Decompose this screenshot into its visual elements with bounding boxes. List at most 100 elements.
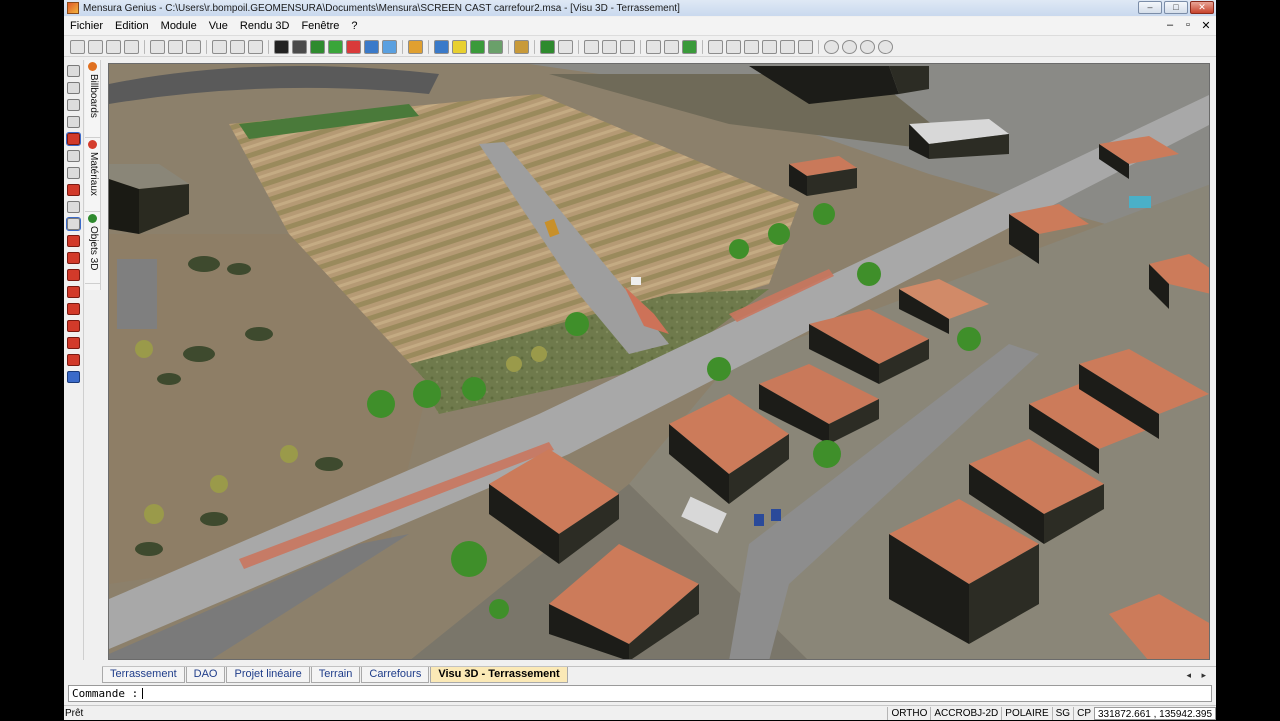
object-tool-icon[interactable]	[67, 99, 80, 111]
menu-edition[interactable]: Edition	[109, 20, 155, 32]
sphere-view-4-icon[interactable]	[878, 39, 893, 54]
layer-icon[interactable]	[434, 39, 449, 54]
maximize-button[interactable]: □	[1164, 1, 1188, 14]
axis-tool-icon[interactable]	[67, 235, 80, 247]
toolbar-separator	[534, 39, 535, 54]
profile-tool-icon[interactable]	[67, 252, 80, 264]
target-tool-icon[interactable]	[66, 132, 81, 146]
menu-help[interactable]: ?	[345, 20, 363, 32]
sun-icon[interactable]	[452, 39, 467, 54]
camera-tool-icon[interactable]	[67, 116, 80, 128]
vertex-tool-icon[interactable]	[67, 269, 80, 281]
polaire-toggle[interactable]: POLAIRE	[1001, 706, 1051, 720]
close-button[interactable]: ✕	[1190, 1, 1214, 14]
menu-vue[interactable]: Vue	[203, 20, 234, 32]
3d-scene[interactable]	[109, 64, 1210, 660]
menu-module[interactable]: Module	[155, 20, 203, 32]
view-front-icon[interactable]	[726, 39, 741, 54]
open-file-icon[interactable]	[88, 39, 103, 54]
document-close-button[interactable]: ✕	[1200, 19, 1212, 32]
polyline-tool-icon[interactable]	[66, 217, 81, 231]
side-panel-tabs: Billboards Matériaux Objets 3D	[85, 60, 101, 290]
edit-tool-icon[interactable]	[67, 286, 80, 298]
pencil-icon[interactable]	[514, 39, 529, 54]
view-iso-icon[interactable]	[798, 39, 813, 54]
cp-toggle[interactable]: CP	[1073, 706, 1094, 720]
layers-tool-icon[interactable]	[67, 371, 80, 383]
image-icon[interactable]	[230, 39, 245, 54]
measure-tool-icon[interactable]	[67, 201, 80, 213]
terrain-icon[interactable]	[310, 39, 325, 54]
document-restore-button[interactable]: ▫	[1182, 19, 1194, 32]
tab-scroll-arrows[interactable]: ◂ ▸	[1186, 670, 1210, 681]
window-icon[interactable]	[212, 39, 227, 54]
left-tool-column	[64, 60, 84, 660]
print-icon[interactable]	[124, 39, 139, 54]
menu-fenetre[interactable]: Fenêtre	[295, 20, 345, 32]
pan-icon[interactable]	[664, 39, 679, 54]
textured-terrain-icon[interactable]	[328, 39, 343, 54]
path-tool-icon[interactable]	[67, 184, 80, 196]
panel-tab-materiaux[interactable]: Matériaux	[85, 138, 101, 212]
sky-icon[interactable]	[382, 39, 397, 54]
tab-dao[interactable]: DAO	[185, 667, 226, 683]
tree-icon[interactable]	[470, 39, 485, 54]
orbit-icon[interactable]	[682, 39, 697, 54]
sphere-view-2-icon[interactable]	[842, 39, 857, 54]
sg-toggle[interactable]: SG	[1051, 706, 1073, 720]
join-tool-icon[interactable]	[67, 320, 80, 332]
view-top-icon[interactable]	[708, 39, 723, 54]
camera-icon[interactable]	[558, 39, 573, 54]
tab-carrefours[interactable]: Carrefours	[361, 667, 430, 683]
slope-tool-icon[interactable]	[67, 337, 80, 349]
zoom-in-icon[interactable]	[584, 39, 599, 54]
tab-projet-lineaire[interactable]: Projet linéaire	[226, 667, 310, 683]
toolbar-separator	[144, 39, 145, 54]
tab-terrassement[interactable]: Terrassement	[102, 667, 185, 683]
panel-tab-objets-3d[interactable]: Objets 3D	[85, 212, 101, 284]
menu-rendu-3d[interactable]: Rendu 3D	[234, 20, 296, 32]
move-tool-icon[interactable]	[67, 150, 80, 162]
zoom-extents-icon[interactable]	[620, 39, 635, 54]
export-icon[interactable]	[248, 39, 263, 54]
wireframe-icon[interactable]	[274, 39, 289, 54]
toolbar-separator	[818, 39, 819, 54]
select-tool-icon[interactable]	[67, 65, 80, 77]
new-file-icon[interactable]	[70, 39, 85, 54]
save-icon[interactable]	[106, 39, 121, 54]
command-line[interactable]: Commande :	[68, 685, 1212, 702]
accrobj-toggle[interactable]: ACCROBJ-2D	[930, 706, 1001, 720]
command-prompt: Commande :	[72, 687, 139, 700]
tab-terrain[interactable]: Terrain	[310, 667, 361, 683]
light-icon[interactable]	[408, 39, 423, 54]
menu-bar: Fichier Edition Module Vue Rendu 3D Fenê…	[64, 17, 1216, 36]
view-left-icon[interactable]	[744, 39, 759, 54]
document-window-controls: – ▫ ✕	[1164, 19, 1212, 32]
document-minimize-button[interactable]: –	[1164, 19, 1176, 32]
3d-viewport[interactable]	[108, 63, 1210, 660]
toolbar-separator	[206, 39, 207, 54]
erase-tool-icon[interactable]	[67, 354, 80, 366]
rotate-tool-icon[interactable]	[67, 167, 80, 179]
grid-icon[interactable]	[292, 39, 307, 54]
sphere-view-1-icon[interactable]	[824, 39, 839, 54]
minimize-button[interactable]: –	[1138, 1, 1162, 14]
zoom-out-icon[interactable]	[602, 39, 617, 54]
tab-visu-3d-terrassement[interactable]: Visu 3D - Terrassement	[430, 667, 568, 683]
ortho-toggle[interactable]: ORTHO	[887, 706, 930, 720]
water-icon[interactable]	[364, 39, 379, 54]
menu-fichier[interactable]: Fichier	[64, 20, 109, 32]
vegetation-icon[interactable]	[488, 39, 503, 54]
zoom-window-icon[interactable]	[646, 39, 661, 54]
surface-icon[interactable]	[346, 39, 361, 54]
view-back-icon[interactable]	[780, 39, 795, 54]
import-icon[interactable]	[150, 39, 165, 54]
save-view-icon[interactable]	[67, 82, 80, 94]
sphere-view-3-icon[interactable]	[860, 39, 875, 54]
help-icon[interactable]	[186, 39, 201, 54]
home-icon[interactable]	[168, 39, 183, 54]
view-right-icon[interactable]	[762, 39, 777, 54]
panel-tab-billboards[interactable]: Billboards	[85, 60, 101, 138]
object-3d-icon[interactable]	[540, 39, 555, 54]
cut-tool-icon[interactable]	[67, 303, 80, 315]
